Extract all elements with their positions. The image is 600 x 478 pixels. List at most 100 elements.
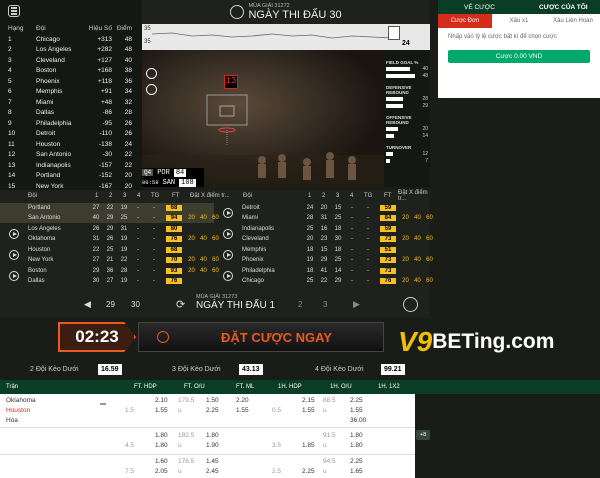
- game-row[interactable]: Phoenix 19 29 25 - - 73 20 40 60: [214, 255, 433, 265]
- score-cell: -: [351, 215, 353, 221]
- score-cell: -: [153, 278, 155, 284]
- tab-combo[interactable]: Xâu Liên Hoàn: [546, 14, 600, 28]
- bet-points-odds[interactable]: 20: [186, 257, 197, 263]
- table-row: 10 Detroit -110 26: [8, 130, 132, 138]
- place-bet-button[interactable]: Cược 0.00 VND: [448, 50, 590, 63]
- parlay-4-odds[interactable]: 99.21: [381, 363, 405, 375]
- game-row[interactable]: Oklahoma 31 26 19- -76 20 40 60: [0, 234, 219, 244]
- tab-single-bet[interactable]: Cược Đơn: [438, 14, 492, 28]
- stat-value: 29: [422, 103, 428, 109]
- bet-points-odds[interactable]: 60: [424, 215, 435, 221]
- live-video[interactable]: 13: [142, 50, 384, 187]
- game-row[interactable]: Dallas 30 27 19 - - 76: [0, 276, 214, 286]
- score-cell: -: [367, 268, 369, 274]
- score-cell: 16: [320, 226, 328, 232]
- bet-points-odds[interactable]: 60: [424, 278, 435, 284]
- game-row[interactable]: Chicago 25 22 29 - - 76 20 40 60: [214, 276, 433, 286]
- bet-points-odds[interactable]: 60: [424, 236, 435, 242]
- score-cell: 28: [120, 268, 128, 274]
- bet-points-odds[interactable]: 40: [198, 268, 209, 274]
- chart-icon[interactable]: [403, 296, 418, 312]
- bet-points-odds[interactable]: 20: [400, 257, 411, 263]
- bet-slip-message: Nhấp vào tỷ lệ cược bất kì để chọn cược: [448, 34, 557, 40]
- bet-points-odds[interactable]: 20: [400, 236, 411, 242]
- stats-icon[interactable]: [146, 68, 157, 79]
- score-cell: -: [367, 205, 369, 211]
- score-cell: 26: [92, 226, 100, 232]
- tab-parlay[interactable]: Xâu x1: [492, 14, 546, 28]
- prev-round-2[interactable]: 30: [131, 300, 140, 309]
- stat-value: 48: [422, 73, 428, 79]
- bet-points-odds[interactable]: 20: [186, 215, 197, 221]
- bet-now-button[interactable]: ĐẶT CƯỢC NGAY: [138, 322, 384, 352]
- ft-score: 84: [380, 215, 396, 221]
- score-cell: 19: [306, 257, 314, 263]
- table-row: 8 Dallas -86 28: [8, 109, 132, 117]
- stat-label: OFFENSIVE REBOUND: [386, 115, 412, 125]
- ft-score: 51: [380, 247, 396, 253]
- score-cell: 19: [120, 205, 128, 211]
- ft-score: 59: [380, 205, 396, 211]
- stat-bar: [386, 104, 404, 108]
- score-cell: -: [137, 226, 139, 232]
- prev-round-1[interactable]: 29: [106, 300, 115, 309]
- game-row[interactable]: Boston 29 36 28- -93 20 40 60: [0, 266, 219, 276]
- bet-points-odds[interactable]: 40: [412, 215, 423, 221]
- bet-points-odds[interactable]: 20: [186, 236, 197, 242]
- bet-points-odds[interactable]: 40: [412, 236, 423, 242]
- score-cell: 36: [106, 268, 114, 274]
- bet-points-odds[interactable]: 60: [424, 257, 435, 263]
- refresh-icon[interactable]: ⟳: [176, 298, 185, 311]
- match-stats: FIELD GOAL % 40 48 DEFENSIVE REBOUND 28 29 OFF…: [384, 50, 430, 187]
- team-name: Chicago: [242, 278, 265, 284]
- bet-slip: VÉ CƯỢC CƯỢC CỦA TÔI Cược Đơn Xâu x1 Xâu…: [438, 0, 600, 98]
- next-round-2[interactable]: 3: [323, 300, 327, 309]
- bet-points-odds[interactable]: 20: [400, 215, 411, 221]
- game-row[interactable]: Philadelphia 18 41 14 - - 73: [214, 266, 428, 276]
- team-name: Philadelphia: [242, 268, 275, 274]
- score-cell: -: [153, 205, 155, 211]
- parlay-2-odds[interactable]: 16.59: [98, 363, 122, 375]
- game-row[interactable]: Los Angeles 26 29 31 - - 80: [0, 224, 214, 234]
- score-cell: -: [153, 226, 155, 232]
- bet-points-odds[interactable]: 20: [186, 268, 197, 274]
- bet-points-odds[interactable]: 40: [198, 215, 209, 221]
- sound-icon[interactable]: [146, 84, 157, 95]
- game-row[interactable]: Houston 22 25 19 - - 68: [0, 245, 214, 255]
- game-row[interactable]: Miami 28 31 25 - - 84 20 40 60: [214, 213, 433, 223]
- team-name: Oklahoma: [28, 236, 56, 242]
- ft-score: 68: [166, 205, 182, 211]
- stat-bar: [386, 159, 391, 163]
- menu-icon[interactable]: [8, 5, 20, 17]
- bet-points-odds[interactable]: 40: [198, 257, 209, 263]
- stats-bar-icon[interactable]: [100, 399, 106, 405]
- tab-my-bets[interactable]: CƯỢC CỦA TÔI: [539, 4, 588, 11]
- game-row[interactable]: Memphis 18 15 18 - - 51: [214, 245, 428, 255]
- game-row[interactable]: Indianapolis 25 16 18 - - 59: [214, 224, 428, 234]
- score-cell: -: [137, 247, 139, 253]
- parlay-3-odds[interactable]: 43.13: [239, 363, 263, 375]
- game-row[interactable]: Detroit 24 20 15 - - 59: [214, 203, 428, 213]
- bet-points-odds[interactable]: 40: [412, 257, 423, 263]
- game-row[interactable]: New York 27 21 22- -70 20 40 60: [0, 255, 219, 265]
- next-round-1[interactable]: 2: [298, 300, 302, 309]
- bet-points-odds[interactable]: 40: [412, 278, 423, 284]
- bet-points-odds[interactable]: 40: [198, 236, 209, 242]
- score-cell: 15: [320, 247, 328, 253]
- more-markets-button[interactable]: +8: [416, 430, 430, 440]
- team-name: Detroit: [242, 205, 260, 211]
- game-row[interactable]: Cleveland 20 23 30- -73 20 40 60: [214, 234, 433, 244]
- game-row[interactable]: San Antonio 40 29 25- -94 20 40 60: [0, 213, 219, 223]
- stat-bar: [386, 152, 394, 156]
- score-cell: 14: [334, 268, 342, 274]
- team-name: Houston: [28, 247, 51, 253]
- tab-bet-slip[interactable]: VÉ CƯỢC: [464, 4, 495, 11]
- prev-round-icon[interactable]: ◀: [84, 299, 91, 310]
- score-cell: -: [153, 215, 155, 221]
- game-row[interactable]: Portland 27 22 19 - - 68: [0, 203, 214, 213]
- stat-bar: [386, 67, 410, 71]
- score-cell: 22: [120, 257, 128, 263]
- ft-score: 76: [166, 236, 182, 242]
- bet-points-odds[interactable]: 20: [400, 278, 411, 284]
- next-round-icon[interactable]: ▶: [353, 299, 360, 310]
